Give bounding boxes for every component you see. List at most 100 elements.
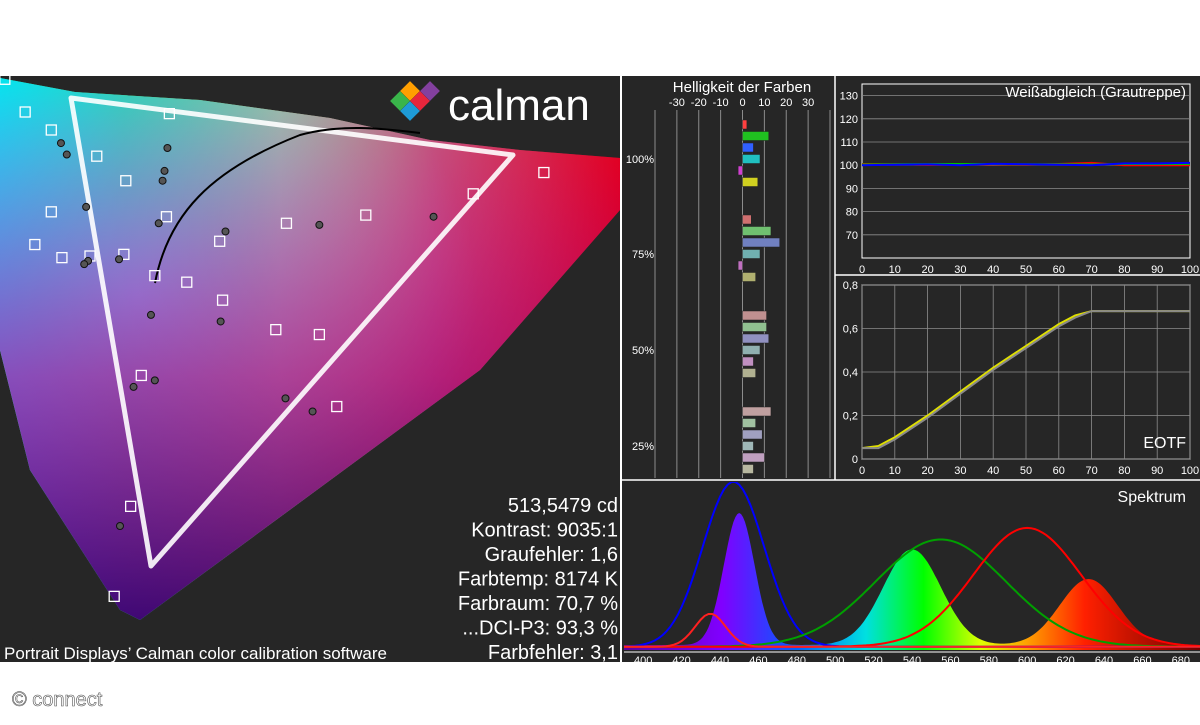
helligkeit-xtick-2: -10 bbox=[713, 97, 729, 109]
spektrum-xtick-9: 580 bbox=[980, 655, 998, 667]
eotf-xtick-1: 10 bbox=[889, 465, 901, 477]
weiss-ytick-0: 70 bbox=[846, 230, 858, 242]
stat-4: Farbraum: 70,7 % bbox=[458, 593, 618, 615]
weiss-xtick-2: 20 bbox=[921, 264, 933, 276]
cie-diagram: calman 513,5479 cd Kontrast: 9035:1Graufe… bbox=[0, 74, 620, 664]
spektrum-xtick-3: 460 bbox=[749, 655, 767, 667]
spektrum-xtick-14: 680 bbox=[1172, 655, 1190, 667]
helligkeit-bar-3-3 bbox=[743, 442, 754, 451]
eotf-ytick-4: 0,8 bbox=[843, 280, 858, 292]
weiss-xtick-8: 80 bbox=[1118, 264, 1130, 276]
helligkeit-ylabel-0: 100% bbox=[626, 154, 654, 166]
stat-5: ...DCI-P3: 93,3 % bbox=[462, 618, 618, 640]
helligkeit-bar-0-1 bbox=[743, 132, 769, 141]
weiss-title: Weißabgleich (Grautreppe) bbox=[1005, 84, 1186, 101]
measured-point-16 bbox=[130, 383, 137, 390]
stat-1: Kontrast: 9035:1 bbox=[471, 520, 618, 542]
helligkeit-bar-0-0 bbox=[743, 120, 747, 129]
helligkeit-bar-3-0 bbox=[743, 407, 771, 416]
eotf-xtick-8: 80 bbox=[1118, 465, 1130, 477]
stat-2: Graufehler: 1,6 bbox=[485, 544, 618, 566]
measured-point-7 bbox=[222, 228, 229, 235]
helligkeit-bar-2-0 bbox=[743, 311, 767, 320]
screenshot: calman 513,5479 cd Kontrast: 9035:1Graufe… bbox=[0, 0, 1200, 720]
eotf-xtick-2: 20 bbox=[921, 465, 933, 477]
measured-point-3 bbox=[161, 167, 168, 174]
helligkeit-xtick-6: 30 bbox=[802, 97, 814, 109]
helligkeit-bar-3-2 bbox=[743, 430, 763, 439]
measured-point-18 bbox=[309, 408, 316, 415]
weiss-xtick-7: 70 bbox=[1085, 264, 1097, 276]
measured-point-2 bbox=[164, 145, 171, 152]
weiss-xtick-9: 90 bbox=[1151, 264, 1163, 276]
spektrum-xtick-11: 620 bbox=[1056, 655, 1074, 667]
spektrum-xtick-8: 560 bbox=[941, 655, 959, 667]
measured-point-19 bbox=[117, 523, 124, 530]
weiss-xtick-3: 30 bbox=[954, 264, 966, 276]
eotf-xtick-10: 100 bbox=[1181, 465, 1199, 477]
measured-point-17 bbox=[151, 377, 158, 384]
weiss-xtick-5: 50 bbox=[1020, 264, 1032, 276]
helligkeit-bar-1-1 bbox=[743, 227, 771, 236]
helligkeit-xtick-0: -30 bbox=[669, 97, 685, 109]
measured-point-5 bbox=[83, 203, 90, 210]
weiss-ytick-2: 90 bbox=[846, 183, 858, 195]
eotf-xtick-9: 90 bbox=[1151, 465, 1163, 477]
eotf-title: EOTF bbox=[1143, 435, 1186, 452]
spektrum-xtick-1: 420 bbox=[672, 655, 690, 667]
spektrum-title: Spektrum bbox=[1118, 489, 1186, 506]
weiss-xtick-1: 10 bbox=[889, 264, 901, 276]
weiss-ytick-1: 80 bbox=[846, 207, 858, 219]
credit: © connect bbox=[12, 689, 103, 711]
helligkeit-ylabel-1: 75% bbox=[632, 249, 654, 261]
caption: Portrait Displays’ Calman color calibrat… bbox=[4, 644, 387, 663]
eotf-ytick-3: 0,6 bbox=[843, 324, 858, 336]
helligkeit-bar-0-5 bbox=[743, 178, 758, 187]
helligkeit-bar-3-5 bbox=[743, 465, 754, 474]
eotf-ytick-1: 0,2 bbox=[843, 411, 858, 423]
measured-point-0 bbox=[57, 140, 64, 147]
weiss-xtick-6: 60 bbox=[1053, 264, 1065, 276]
measured-point-9 bbox=[430, 213, 437, 220]
helligkeit-bar-0-2 bbox=[743, 143, 754, 152]
spektrum-xtick-4: 480 bbox=[788, 655, 806, 667]
helligkeit-xtick-3: 0 bbox=[739, 97, 745, 109]
eotf-xtick-4: 40 bbox=[987, 465, 999, 477]
weiss-ytick-3: 100 bbox=[840, 160, 858, 172]
measured-point-13 bbox=[147, 311, 154, 318]
measured-point-8 bbox=[316, 221, 323, 228]
calman-screen: calman 513,5479 cd Kontrast: 9035:1Graufe… bbox=[0, 0, 1200, 720]
helligkeit-title: Helligkeit der Farben bbox=[673, 79, 811, 96]
helligkeit-bar-0-3 bbox=[743, 155, 761, 164]
stats-block: 513,5479 cd Kontrast: 9035:1Graufehler: 1… bbox=[458, 495, 619, 664]
helligkeit-xtick-5: 20 bbox=[780, 97, 792, 109]
helligkeit-bar-3-1 bbox=[743, 419, 756, 428]
helligkeit-ylabel-2: 50% bbox=[632, 345, 654, 357]
measured-point-1 bbox=[63, 151, 70, 158]
eotf-xtick-5: 50 bbox=[1020, 465, 1032, 477]
spektrum-xtick-13: 660 bbox=[1133, 655, 1151, 667]
eotf-xtick-7: 70 bbox=[1085, 465, 1097, 477]
measured-point-14 bbox=[217, 318, 224, 325]
stat-6: Farbfehler: 3,1 bbox=[488, 642, 618, 664]
spektrum-xtick-12: 640 bbox=[1095, 655, 1113, 667]
helligkeit-bar-3-4 bbox=[743, 453, 765, 462]
helligkeit-bar-2-1 bbox=[743, 323, 767, 332]
helligkeit-bar-2-3 bbox=[743, 346, 761, 355]
helligkeit-bar-2-2 bbox=[743, 334, 769, 343]
measured-point-6 bbox=[155, 220, 162, 227]
helligkeit-xtick-4: 10 bbox=[758, 97, 770, 109]
weiss-ytick-5: 120 bbox=[840, 114, 858, 126]
eotf-xtick-0: 0 bbox=[859, 465, 865, 477]
stat-0: 513,5479 cd bbox=[508, 495, 618, 517]
helligkeit-xtick-1: -20 bbox=[691, 97, 707, 109]
eotf-ytick-0: 0 bbox=[852, 454, 858, 466]
helligkeit-bar-2-4 bbox=[743, 357, 754, 366]
stat-3: Farbtemp: 8174 K bbox=[458, 569, 619, 591]
logo-text: calman bbox=[448, 81, 590, 130]
helligkeit-bar-1-5 bbox=[743, 273, 756, 282]
measured-point-15 bbox=[282, 395, 289, 402]
spektrum-xtick-6: 520 bbox=[864, 655, 882, 667]
measured-point-12 bbox=[116, 256, 123, 263]
weiss-xtick-10: 100 bbox=[1181, 264, 1199, 276]
